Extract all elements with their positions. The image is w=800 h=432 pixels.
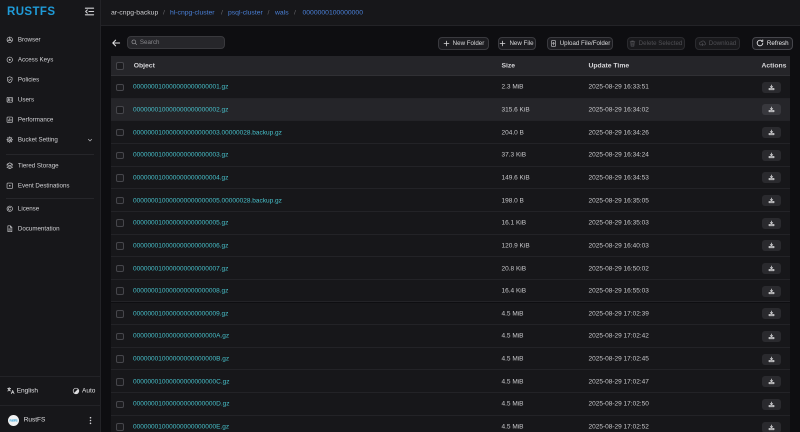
svg-text:RUSTFS: RUSTFS <box>9 418 17 422</box>
